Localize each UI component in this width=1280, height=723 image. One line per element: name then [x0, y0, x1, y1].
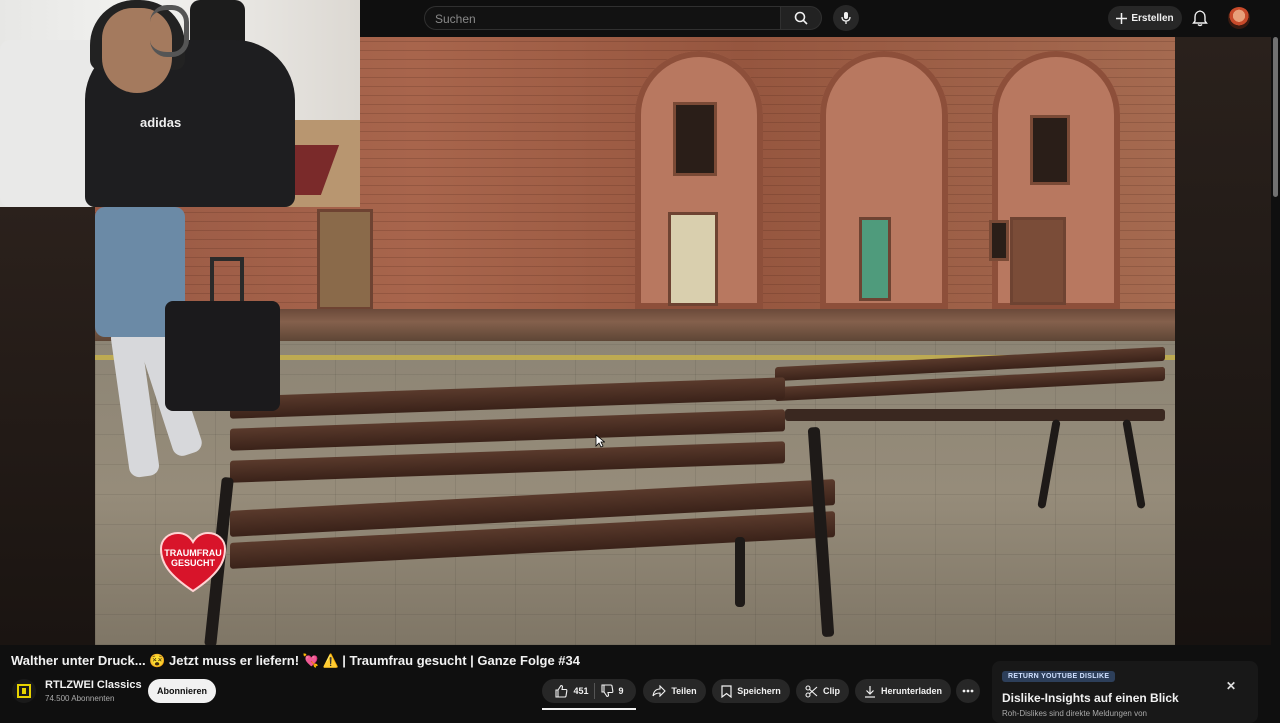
- video-frame-suitcase-handle: [210, 257, 244, 307]
- card-subtitle: Roh-Dislikes sind direkte Meldungen von: [1002, 709, 1147, 718]
- webcam-shirt-logo: adidas: [140, 115, 182, 130]
- player-side-left: [0, 207, 95, 645]
- more-horizontal-icon: [962, 689, 974, 693]
- thumbs-down-icon: [600, 684, 613, 698]
- video-frame-window: [1030, 115, 1070, 185]
- show-logo-text: TRAUMFRAU GESUCHT: [164, 548, 222, 568]
- search-icon: [794, 11, 808, 25]
- bookmark-icon: [721, 684, 732, 698]
- dislike-count: 9: [618, 686, 624, 696]
- video-frame-suitcase: [165, 301, 280, 411]
- channel-name[interactable]: RTLZWEI Classics: [45, 679, 142, 691]
- webcam-overlay: adidas: [0, 0, 360, 207]
- like-divider: [593, 683, 595, 699]
- account-avatar[interactable]: [1228, 7, 1250, 29]
- bell-icon: [1192, 10, 1208, 27]
- page-scrollbar[interactable]: [1271, 37, 1280, 645]
- like-count: 451: [573, 686, 589, 696]
- more-actions-button[interactable]: [956, 679, 980, 703]
- dislike-button[interactable]: 9: [600, 684, 624, 698]
- voice-search-button[interactable]: [833, 5, 859, 31]
- video-title: Walther unter Druck... 😵 Jetzt muss er l…: [11, 653, 580, 668]
- scrollbar-thumb[interactable]: [1273, 37, 1278, 197]
- search-input[interactable]: [433, 10, 767, 28]
- like-button[interactable]: 451: [554, 684, 589, 698]
- share-button[interactable]: Teilen: [643, 679, 706, 703]
- create-button[interactable]: Erstellen: [1108, 6, 1182, 30]
- channel-subscriber-count: 74.500 Abonnenten: [45, 694, 115, 703]
- video-frame-door: [859, 217, 891, 301]
- share-label: Teilen: [671, 686, 697, 696]
- video-frame-door: [1010, 217, 1066, 305]
- rtlzwei-logo-icon: [17, 684, 31, 698]
- scissors-icon: [805, 684, 818, 698]
- video-frame-door: [317, 209, 373, 310]
- extension-badge: RETURN YOUTUBE DISLIKE: [1002, 671, 1116, 682]
- video-frame-bench-front: [204, 377, 855, 645]
- channel-avatar[interactable]: [12, 679, 36, 703]
- close-icon[interactable]: ✕: [1226, 679, 1236, 693]
- video-frame-window: [989, 220, 1009, 261]
- download-label: Herunterladen: [880, 686, 942, 696]
- share-icon: [652, 685, 667, 697]
- save-button[interactable]: Speichern: [712, 679, 790, 703]
- notifications-button[interactable]: [1191, 9, 1209, 32]
- dislike-insights-card: RETURN YOUTUBE DISLIKE Dislike-Insights …: [992, 661, 1258, 723]
- search-button[interactable]: [780, 6, 822, 30]
- player-side-right: [1175, 37, 1271, 645]
- card-title: Dislike-Insights auf einen Blick: [1002, 691, 1179, 705]
- download-icon: [864, 685, 875, 698]
- like-ratio-bar: [542, 708, 636, 710]
- clip-button[interactable]: Clip: [796, 679, 849, 703]
- mouse-cursor-icon: [595, 434, 605, 448]
- headphones-icon: [150, 5, 189, 57]
- plus-icon: [1116, 12, 1128, 24]
- microphone-icon: [841, 12, 851, 24]
- save-label: Speichern: [737, 686, 781, 696]
- clip-label: Clip: [823, 686, 840, 696]
- like-dislike-group: 451 9: [542, 679, 636, 703]
- download-button[interactable]: Herunterladen: [855, 679, 951, 703]
- video-frame-window: [673, 102, 717, 176]
- thumbs-up-icon: [555, 684, 568, 698]
- video-frame-door: [668, 212, 718, 306]
- search-box[interactable]: [424, 6, 780, 30]
- show-logo-heart: TRAUMFRAU GESUCHT: [159, 531, 227, 593]
- create-label: Erstellen: [1131, 12, 1174, 24]
- subscribe-button[interactable]: Abonnieren: [148, 679, 216, 703]
